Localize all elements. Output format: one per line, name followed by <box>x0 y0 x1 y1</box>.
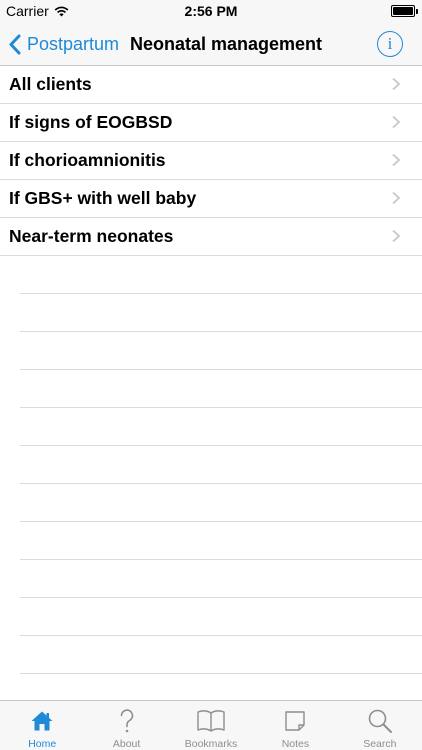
chevron-left-icon <box>9 34 21 54</box>
tab-notes[interactable]: Notes <box>253 701 337 750</box>
chevron-right-icon <box>392 116 401 128</box>
list-item[interactable]: If GBS+ with well baby <box>0 180 422 218</box>
empty-row-separator <box>20 446 422 484</box>
tab-label: Bookmarks <box>184 738 238 750</box>
list-item-label: If chorioamnionitis <box>9 150 166 170</box>
empty-row-separator <box>20 598 422 636</box>
chevron-right-icon <box>392 154 401 166</box>
list-item[interactable]: If chorioamnionitis <box>0 142 422 180</box>
list-item[interactable]: If signs of EOGBSD <box>0 104 422 142</box>
search-icon <box>368 709 392 733</box>
tab-home[interactable]: Home <box>0 701 84 750</box>
empty-row-separator <box>20 294 422 332</box>
topic-list: All clients If signs of EOGBSD If chorio… <box>0 66 422 674</box>
tab-search[interactable]: Search <box>338 701 422 750</box>
tab-bookmarks[interactable]: Bookmarks <box>169 701 253 750</box>
empty-row-separator <box>20 332 422 370</box>
list-item-label: If GBS+ with well baby <box>9 188 197 208</box>
tab-label: Search <box>363 738 397 750</box>
tab-bar: Home About Bookmarks Notes Search <box>0 700 422 750</box>
chevron-right-icon <box>392 78 401 90</box>
list-item[interactable]: Near-term neonates <box>0 218 422 256</box>
list-item-label: All clients <box>9 74 92 94</box>
tab-label: About <box>112 738 141 750</box>
back-button-label: Postpartum <box>27 33 120 54</box>
status-time: 2:56 PM <box>184 3 238 19</box>
empty-row-separator <box>20 408 422 446</box>
empty-row-separator <box>20 560 422 598</box>
tab-label: Notes <box>281 738 310 750</box>
tab-label: Home <box>28 738 57 750</box>
question-mark-icon <box>120 709 133 733</box>
empty-row-separator <box>20 484 422 522</box>
chevron-right-icon <box>392 230 401 242</box>
note-icon <box>285 711 306 731</box>
empty-row-separator <box>20 256 422 294</box>
book-icon <box>197 710 225 732</box>
home-icon <box>31 711 53 731</box>
status-bar: Carrier 2:56 PM <box>0 0 422 22</box>
battery-icon <box>391 5 418 17</box>
list-item-label: Near-term neonates <box>9 226 174 246</box>
empty-row-separator <box>20 522 422 560</box>
chevron-right-icon <box>392 192 401 204</box>
empty-row-separator <box>20 636 422 674</box>
list-item[interactable]: All clients <box>0 66 422 104</box>
back-button[interactable]: Postpartum <box>8 22 119 66</box>
tab-about[interactable]: About <box>84 701 168 750</box>
navigation-bar: Postpartum Neonatal management i <box>0 22 422 66</box>
page-title: Neonatal management <box>130 34 323 54</box>
empty-row-separator <box>20 370 422 408</box>
info-icon[interactable]: i <box>377 31 403 57</box>
list-item-label: If signs of EOGBSD <box>9 112 173 132</box>
